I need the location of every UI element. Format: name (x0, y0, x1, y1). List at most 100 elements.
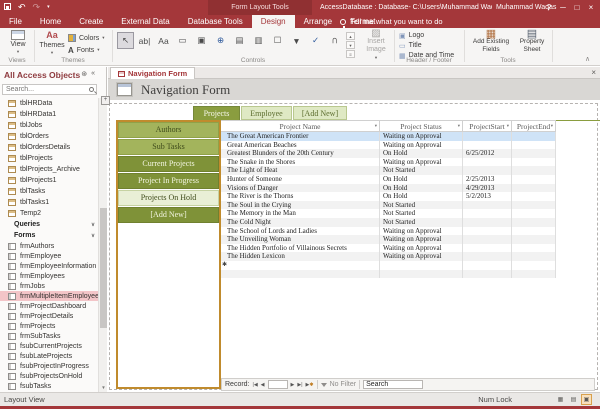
qat-customize-button[interactable]: ▾ (47, 0, 50, 15)
nav-pane-item[interactable]: fsubCurrentProjects (0, 341, 98, 351)
nav-pane-item[interactable]: frmProjects (0, 321, 98, 331)
table-row[interactable]: The Great American Frontier Waiting on A… (221, 132, 556, 141)
combo-box-icon[interactable]: ▼ (288, 32, 305, 49)
ribbon-tab[interactable]: Create (70, 15, 112, 28)
layout-move-handle-icon[interactable]: + (101, 96, 110, 105)
vertical-nav-button[interactable]: [Add New] (118, 207, 219, 224)
nav-pane-category-icon[interactable]: ⊛ (81, 70, 87, 78)
column-header[interactable]: Project Name ▾ (221, 121, 380, 131)
attachment-icon[interactable]: ⊂ (326, 32, 343, 49)
nav-pane-item[interactable]: Queries ∨ (0, 219, 98, 230)
column-dropdown-icon[interactable]: ▾ (507, 123, 509, 129)
table-row[interactable] (221, 270, 556, 279)
ribbon-tab[interactable]: External Data (112, 15, 178, 28)
table-row[interactable]: The Snake in the Shores Waiting on Appro… (221, 158, 556, 167)
new-record-button[interactable]: ▶✱ (306, 382, 314, 388)
help-button[interactable]: ? (542, 0, 556, 15)
table-row[interactable]: The River is the Thorns On Hold 5/2/2013 (221, 192, 556, 201)
minimize-button[interactable]: ─ (556, 0, 570, 15)
previous-record-button[interactable]: ◀ (261, 382, 265, 388)
nav-pane-item[interactable]: tblTasks (0, 186, 98, 197)
vertical-nav-button[interactable]: Sub Tasks (118, 139, 219, 156)
shutter-bar-close-icon[interactable]: « (91, 70, 95, 78)
nav-pane-item[interactable]: frmEmployeeInformation (0, 261, 98, 271)
gallery-scroll-down-button[interactable]: ▾ (346, 41, 355, 49)
table-row[interactable]: The Cold Night Not Started (221, 218, 556, 227)
title-button[interactable]: ▭ Title (399, 41, 422, 50)
table-row[interactable]: Greatest Blunders of the 20th Century On… (221, 149, 556, 158)
column-dropdown-icon[interactable]: ▾ (458, 123, 460, 129)
logo-button[interactable]: ▣ Logo (399, 31, 424, 40)
nav-pane-item[interactable]: frmJobs (0, 281, 98, 291)
text-box-icon[interactable]: ab| (136, 32, 153, 49)
nav-pane-item[interactable]: tblOrders (0, 131, 98, 142)
first-record-button[interactable]: |◀ (253, 382, 258, 388)
add-existing-fields-button[interactable]: ▦ Add Existing Fields (469, 30, 513, 54)
column-dropdown-icon[interactable]: ▾ (375, 123, 377, 129)
form-tab-employee[interactable]: Employee (241, 106, 292, 120)
column-header[interactable]: ProjectEnd ▾ (512, 121, 556, 131)
ribbon-tab[interactable]: Design (252, 15, 295, 28)
nav-pane-item[interactable]: frmAuthors (0, 241, 98, 251)
nav-pane-item[interactable]: tblProjects1 (0, 175, 98, 186)
tab-navigation-form[interactable]: Navigation Form (110, 67, 195, 79)
nav-pane-item[interactable]: frmEmployees (0, 271, 98, 281)
column-header[interactable]: Project Status ▾ (380, 121, 463, 131)
check-box-icon[interactable]: ✓ (307, 32, 324, 49)
nav-pane-item[interactable]: tblHRData (0, 98, 98, 109)
property-sheet-button[interactable]: ▤ Property Sheet (515, 30, 549, 54)
nav-pane-search-input[interactable]: Search... (2, 84, 97, 95)
column-dropdown-icon[interactable]: ▾ (551, 123, 553, 129)
collapse-ribbon-button[interactable]: ∧ (585, 55, 590, 63)
table-row[interactable]: The Memory in the Man Not Started (221, 209, 556, 218)
nav-pane-item[interactable]: fsubTasks (0, 381, 98, 391)
close-document-icon[interactable]: × (591, 67, 596, 79)
vertical-nav-button[interactable]: Current Projects (118, 156, 219, 173)
maximize-button[interactable]: □ (570, 0, 584, 15)
scrollbar-thumb[interactable] (100, 208, 107, 328)
current-record-box[interactable] (268, 380, 288, 389)
themes-button[interactable]: Aa Themes ▾ (38, 30, 66, 56)
next-record-button[interactable]: ▶ (291, 382, 295, 388)
form-tab-add-new[interactable]: [Add New] (293, 106, 347, 120)
datasheet-view-icon[interactable]: ▦ (555, 394, 566, 405)
tell-me-box[interactable]: Tell me what you want to do (340, 15, 443, 28)
option-group-icon[interactable]: ☐ (269, 32, 286, 49)
select-pointer-icon[interactable]: ↖ (117, 32, 134, 49)
vertical-nav-button[interactable]: Project In Progress (118, 173, 219, 190)
navigation-control-icon[interactable]: ▥ (250, 32, 267, 49)
fonts-button[interactable]: A Fonts ▾ (68, 45, 100, 55)
record-search-input[interactable]: Search (363, 380, 423, 389)
nav-pane-item[interactable]: frmProjectDashboard (0, 301, 98, 311)
table-row[interactable]: Visions of Danger On Hold 4/29/2013 (221, 184, 556, 193)
table-row[interactable]: The Unveiling Woman Waiting on Approval (221, 235, 556, 244)
colors-button[interactable]: Colors ▾ (68, 33, 105, 43)
form-tab-projects[interactable]: Projects (193, 106, 240, 120)
nav-pane-item[interactable]: frmProjectDetails (0, 311, 98, 321)
table-row[interactable]: Great American Beaches Waiting on Approv… (221, 141, 556, 150)
ribbon-tab[interactable]: Database Tools (179, 15, 252, 28)
table-row[interactable]: The School of Lords and Ladies Waiting o… (221, 227, 556, 236)
nav-pane-item[interactable]: fsubProjectInProgress (0, 361, 98, 371)
nav-pane-item[interactable]: tblJobs (0, 120, 98, 131)
hyperlink-icon[interactable]: ⊕ (212, 32, 229, 49)
table-row[interactable]: Hunter of Someone On Hold 2/25/2013 (221, 175, 556, 184)
nav-pane-item[interactable]: tblProjects_Archive (0, 164, 98, 175)
nav-pane-item[interactable]: frmSubTasks (0, 331, 98, 341)
nav-pane-item[interactable]: fsubLateProjects (0, 351, 98, 361)
no-filter-button[interactable]: No Filter (330, 381, 356, 388)
ribbon-tab[interactable]: Arrange (295, 15, 341, 28)
nav-pane-item[interactable]: tblOrdersDetails (0, 142, 98, 153)
column-header[interactable]: ProjectStart ▾ (463, 121, 512, 131)
nav-pane-item[interactable]: Temp2 (0, 208, 98, 219)
nav-pane-item[interactable]: frmEmployee (0, 251, 98, 261)
form-view-icon[interactable]: ▤ (568, 394, 579, 405)
redo-button[interactable]: ↷ (33, 0, 41, 15)
nav-pane-item[interactable]: fsubProjectsOnHold (0, 371, 98, 381)
scroll-down-icon[interactable]: ▼ (99, 383, 108, 392)
gallery-scroll-up-button[interactable]: ▴ (346, 32, 355, 40)
tab-control-icon[interactable]: ▣ (193, 32, 210, 49)
web-browser-control-icon[interactable]: ▤ (231, 32, 248, 49)
last-record-button[interactable]: ▶| (297, 382, 302, 388)
table-row[interactable]: The Light of Heat Not Started (221, 166, 556, 175)
